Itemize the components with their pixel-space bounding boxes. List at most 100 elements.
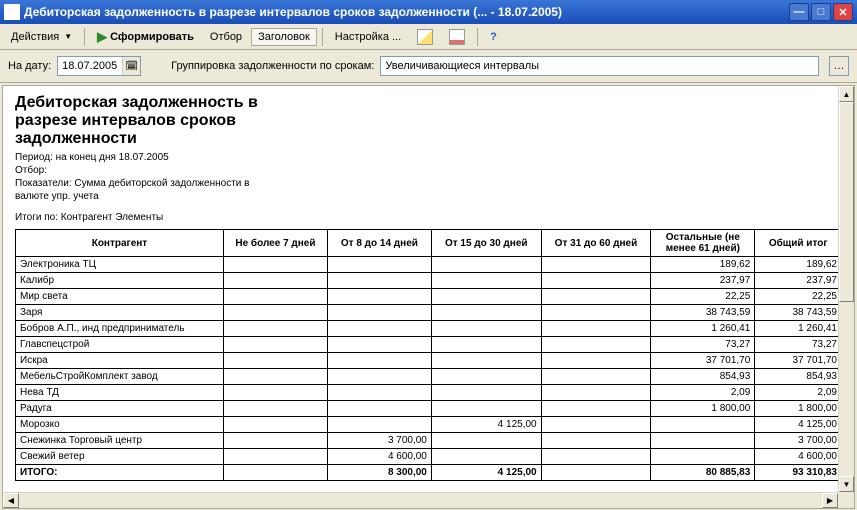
cell-c5: 2,09 bbox=[651, 385, 755, 401]
cell-c1 bbox=[223, 353, 327, 369]
table-row: Искра 37 701,70 37 701,70 bbox=[16, 353, 842, 369]
cell-c2: 8 300,00 bbox=[327, 465, 431, 481]
tool-button-1[interactable] bbox=[410, 26, 440, 48]
header-button[interactable]: Заголовок bbox=[251, 28, 317, 46]
cell-c5: 237,97 bbox=[651, 273, 755, 289]
calendar-button[interactable]: 🗓 bbox=[122, 57, 140, 75]
cell-c4 bbox=[541, 289, 651, 305]
scroll-thumb-v[interactable] bbox=[839, 102, 854, 302]
controls-row: На дату: 🗓 Группировка задолженности по … bbox=[0, 50, 857, 83]
cell-c5: 73,27 bbox=[651, 337, 755, 353]
cell-c6: 237,97 bbox=[755, 273, 842, 289]
scroll-left-arrow[interactable]: ◀ bbox=[3, 493, 19, 508]
cell-c4 bbox=[541, 449, 651, 465]
close-button[interactable]: ✕ bbox=[833, 3, 853, 21]
cell-c3 bbox=[431, 449, 541, 465]
cell-c6: 189,62 bbox=[755, 257, 842, 273]
cell-c6: 854,93 bbox=[755, 369, 842, 385]
col-contractor: Контрагент bbox=[16, 230, 224, 257]
cell-c3 bbox=[431, 273, 541, 289]
cell-c2 bbox=[327, 289, 431, 305]
window-title: Дебиторская задолженность в разрезе инте… bbox=[24, 5, 789, 19]
report-area: Дебиторская задолженность в разрезе инте… bbox=[2, 85, 855, 509]
cell-c2 bbox=[327, 273, 431, 289]
play-icon: ▶ bbox=[97, 29, 107, 45]
cell-c3 bbox=[431, 257, 541, 273]
cell-c4 bbox=[541, 257, 651, 273]
app-icon bbox=[4, 4, 20, 20]
cell-name: Заря bbox=[16, 305, 224, 321]
title-bar: Дебиторская задолженность в разрезе инте… bbox=[0, 0, 857, 24]
cell-c2 bbox=[327, 401, 431, 417]
cell-c3 bbox=[431, 289, 541, 305]
scrollbar-vertical[interactable]: ▲ ▼ bbox=[838, 86, 854, 492]
scroll-right-arrow[interactable]: ▶ bbox=[822, 493, 838, 508]
cell-c1 bbox=[223, 321, 327, 337]
maximize-button[interactable]: □ bbox=[811, 3, 831, 21]
cell-name: Морозко bbox=[16, 417, 224, 433]
form-button[interactable]: ▶ Сформировать bbox=[90, 26, 201, 48]
cell-name: Калибр bbox=[16, 273, 224, 289]
actions-menu[interactable]: Действия ▼ bbox=[4, 28, 79, 46]
cell-c1 bbox=[223, 465, 327, 481]
scroll-down-arrow[interactable]: ▼ bbox=[839, 476, 854, 492]
settings-button[interactable]: Настройка ... bbox=[328, 28, 408, 46]
cell-c6: 38 743,59 bbox=[755, 305, 842, 321]
cell-c4 bbox=[541, 273, 651, 289]
scroll-up-arrow[interactable]: ▲ bbox=[839, 86, 854, 102]
table-row: Мир света 22,25 22,25 bbox=[16, 289, 842, 305]
table-row: Бобров А.П., инд предприниматель 1 260,4… bbox=[16, 321, 842, 337]
help-button[interactable]: ? bbox=[483, 28, 504, 46]
cell-c4 bbox=[541, 321, 651, 337]
cell-c5: 854,93 bbox=[651, 369, 755, 385]
cell-c1 bbox=[223, 401, 327, 417]
date-input[interactable] bbox=[58, 57, 122, 75]
chevron-down-icon: ▼ bbox=[64, 32, 72, 41]
cell-c2 bbox=[327, 321, 431, 337]
calendar-icon: 🗓 bbox=[125, 61, 138, 72]
group-input[interactable] bbox=[381, 57, 818, 75]
minimize-button[interactable]: — bbox=[789, 3, 809, 21]
group-label: Группировка задолженности по срокам: bbox=[171, 60, 374, 72]
cell-c6: 73,27 bbox=[755, 337, 842, 353]
cell-c3: 4 125,00 bbox=[431, 417, 541, 433]
settings-label: Настройка ... bbox=[335, 31, 401, 43]
group-picker-button[interactable]: … bbox=[829, 56, 849, 76]
cell-c3: 4 125,00 bbox=[431, 465, 541, 481]
cell-c5: 80 885,83 bbox=[651, 465, 755, 481]
table-row: Калибр 237,97 237,97 bbox=[16, 273, 842, 289]
cell-c5 bbox=[651, 433, 755, 449]
cell-c2 bbox=[327, 337, 431, 353]
cell-c6: 4 125,00 bbox=[755, 417, 842, 433]
cell-c4 bbox=[541, 337, 651, 353]
cell-c2 bbox=[327, 353, 431, 369]
table-row: Снежинка Торговый центр 3 700,00 3 700,0… bbox=[16, 433, 842, 449]
cell-c6: 4 600,00 bbox=[755, 449, 842, 465]
cell-c3 bbox=[431, 433, 541, 449]
cell-name: МебельСтройКомплект завод bbox=[16, 369, 224, 385]
table-row: Радуга 1 800,00 1 800,00 bbox=[16, 401, 842, 417]
cell-c5: 37 701,70 bbox=[651, 353, 755, 369]
table-row: Свежий ветер 4 600,00 4 600,00 bbox=[16, 449, 842, 465]
cell-c5: 1 260,41 bbox=[651, 321, 755, 337]
separator bbox=[477, 28, 478, 46]
cell-c6: 1 260,41 bbox=[755, 321, 842, 337]
cell-name: Бобров А.П., инд предприниматель bbox=[16, 321, 224, 337]
table-body: Электроника ТЦ 189,62 189,62Калибр 237,9… bbox=[16, 257, 842, 481]
cell-c5 bbox=[651, 417, 755, 433]
cell-c6: 2,09 bbox=[755, 385, 842, 401]
scroll-track-h[interactable] bbox=[19, 493, 822, 508]
cell-c2 bbox=[327, 385, 431, 401]
report-title: Дебиторская задолженность в разрезе инте… bbox=[15, 94, 842, 148]
cell-c3 bbox=[431, 337, 541, 353]
cell-c3 bbox=[431, 305, 541, 321]
table-row: Главспецстрой 73,27 73,27 bbox=[16, 337, 842, 353]
scrollbar-horizontal[interactable]: ◀ ▶ bbox=[3, 492, 838, 508]
filter-button[interactable]: Отбор bbox=[203, 28, 249, 46]
form-label: Сформировать bbox=[110, 31, 194, 43]
title-line2: разрезе интервалов сроков bbox=[15, 112, 842, 130]
cell-c6: 37 701,70 bbox=[755, 353, 842, 369]
tool-button-2[interactable] bbox=[442, 26, 472, 48]
cell-c1 bbox=[223, 369, 327, 385]
report-totals-by: Итоги по: Контрагент Элементы bbox=[15, 212, 842, 223]
